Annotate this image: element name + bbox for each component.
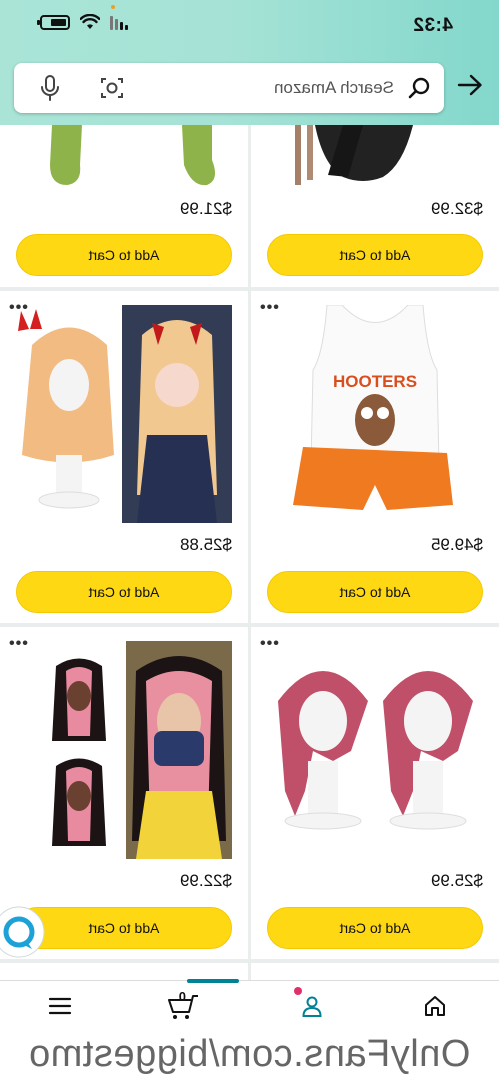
product-card[interactable]: ••• $25.99 Add to Cart: [251, 627, 499, 959]
search-row: Search Amazon: [0, 60, 499, 116]
product-price: $25.99: [431, 871, 483, 890]
product-grid: $32.99 Add to Cart $21.99 Add to Cart ••…: [0, 125, 499, 983]
product-price: $21.99: [180, 199, 232, 218]
battery-icon: [40, 14, 70, 30]
cart-count: 0: [178, 989, 186, 1004]
home-tab[interactable]: [415, 989, 455, 1023]
search-icon[interactable]: [408, 77, 430, 99]
account-tab[interactable]: [292, 987, 332, 1023]
microphone-icon[interactable]: [40, 75, 60, 101]
product-card[interactable]: $32.99 Add to Cart: [251, 125, 499, 287]
cellular-signal-icon: [110, 5, 128, 30]
status-bar: 4:32: [0, 0, 499, 50]
add-to-cart-button[interactable]: Add to Cart: [267, 234, 483, 276]
header: 4:32 Search Amazon: [0, 0, 499, 125]
tank-print-text: HOOTERS: [333, 372, 417, 391]
product-image-tank-shorts[interactable]: HOOTERS: [267, 304, 483, 523]
product-price: $32.99: [431, 199, 483, 218]
back-arrow-icon[interactable]: [455, 70, 485, 100]
status-time: 4:32: [412, 15, 453, 36]
active-tab-indicator: [187, 979, 239, 983]
alexa-button[interactable]: [0, 905, 46, 959]
home-icon: [425, 996, 445, 1016]
product-card[interactable]: $21.99 Add to Cart: [0, 125, 248, 287]
search-bar[interactable]: Search Amazon: [14, 63, 444, 113]
product-image-red-braided-wig[interactable]: [267, 641, 483, 859]
watermark-text: OnlyFans.com/biggestmo: [0, 1029, 499, 1079]
notification-dot: [294, 987, 302, 995]
product-image-blonde-wig[interactable]: [16, 305, 232, 523]
search-input[interactable]: Search Amazon: [274, 78, 394, 98]
bottom-nav: 0: [0, 979, 499, 1029]
product-card[interactable]: ••• HOOTERS $49.95 Add to Cart: [251, 291, 499, 623]
cart-tab[interactable]: 0: [163, 989, 203, 1023]
product-price: $49.95: [431, 535, 483, 554]
product-price: $22.99: [180, 871, 232, 890]
status-icons: [40, 5, 128, 30]
account-icon: [302, 996, 322, 1017]
camera-scan-icon[interactable]: [100, 76, 124, 100]
menu-tab[interactable]: [40, 989, 80, 1023]
add-to-cart-button[interactable]: Add to Cart: [16, 907, 232, 949]
add-to-cart-button[interactable]: Add to Cart: [267, 907, 483, 949]
add-to-cart-button[interactable]: Add to Cart: [16, 571, 232, 613]
product-image-pink-black-wig[interactable]: [16, 641, 232, 859]
wifi-icon: [80, 14, 100, 29]
mirrored-screen: 4:32 Search Amazon $32.99 Add to Cart $2…: [0, 0, 499, 1079]
hamburger-menu-icon: [48, 997, 72, 1015]
add-to-cart-button[interactable]: Add to Cart: [267, 571, 483, 613]
product-card[interactable]: ••• $25.88 Add to Cart: [0, 291, 248, 623]
add-to-cart-button[interactable]: Add to Cart: [16, 234, 232, 276]
product-price: $25.88: [180, 535, 232, 554]
product-image-green-socks[interactable]: [16, 125, 232, 187]
product-image-swimsuit[interactable]: [267, 125, 483, 185]
